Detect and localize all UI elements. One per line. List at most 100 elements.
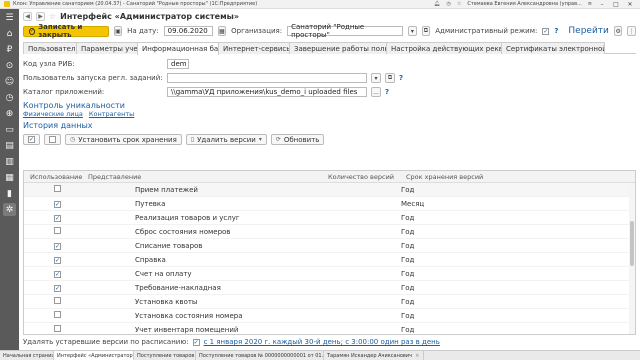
- star-icon[interactable]: ☆: [457, 1, 461, 7]
- open-window-tab[interactable]: Начальная страница×: [0, 351, 54, 360]
- table-scrollbar[interactable]: [629, 183, 635, 334]
- contractors-link[interactable]: Контрагенты: [89, 110, 134, 118]
- table-row[interactable]: Сброс состояния номеров Год: [24, 225, 635, 239]
- user-dropdown-icon[interactable]: ▾: [371, 73, 381, 83]
- tab-0[interactable]: Пользователи: [23, 42, 77, 54]
- uncheck-all-button[interactable]: [44, 134, 61, 145]
- row-checkbox-unchecked[interactable]: [54, 297, 61, 304]
- tab-4[interactable]: Завершение работы пользовате...: [289, 42, 387, 54]
- org-open-icon[interactable]: ⧉: [421, 26, 431, 36]
- save-and-close-button[interactable]: ✓ Записать и закрыть: [23, 23, 109, 39]
- admin-mode-checkbox[interactable]: ✓: [542, 27, 550, 35]
- open-window-tab[interactable]: Тарамян Искандер Ачиксанович ×: [324, 351, 424, 360]
- tab-3[interactable]: Интернет-сервисы: [218, 42, 290, 54]
- delete-versions-button[interactable]: ▯ Удалить версии ▾: [185, 134, 267, 145]
- chart-icon[interactable]: ▮: [3, 187, 16, 200]
- tab-1[interactable]: Параметры учета: [76, 42, 138, 54]
- go-link[interactable]: Перейти: [568, 26, 609, 36]
- close-button[interactable]: ✕: [626, 1, 634, 8]
- history-icon[interactable]: ◷: [447, 1, 451, 7]
- refresh-button[interactable]: ⟳ Обновить: [270, 134, 325, 145]
- scrollbar-thumb[interactable]: [630, 221, 634, 266]
- forward-button[interactable]: ▶: [36, 11, 45, 21]
- pin-icon[interactable]: ⊕: [3, 107, 16, 120]
- user-name[interactable]: Стемаева Евгения Александровна (управ...: [467, 1, 581, 7]
- table-row[interactable]: ✓ Списание товаров Год: [24, 239, 635, 253]
- table-row[interactable]: Учет инвентаря помещений Год: [24, 323, 635, 334]
- favorite-star-icon[interactable]: ☆: [49, 12, 56, 21]
- list-icon[interactable]: ≡: [588, 1, 592, 7]
- row-checkbox-checked[interactable]: ✓: [54, 242, 61, 250]
- doc-icon[interactable]: ▥: [3, 155, 16, 168]
- user-open-icon[interactable]: ⧉: [385, 73, 395, 83]
- row-checkbox-checked[interactable]: ✓: [54, 270, 61, 278]
- open-window-tab[interactable]: Интерфейс «Администратор систем...×: [54, 351, 134, 360]
- catalog-help-icon[interactable]: ?: [385, 88, 389, 96]
- open-window-tab[interactable]: Поступление товаров×: [134, 351, 196, 360]
- row-checkbox-checked[interactable]: ✓: [54, 284, 61, 292]
- user-field[interactable]: [167, 73, 367, 83]
- maximize-button[interactable]: □: [612, 1, 620, 8]
- open-window-tab[interactable]: Поступление товаров № 0000000000001 от 0…: [196, 351, 324, 360]
- tab-2[interactable]: Информационная база: [137, 42, 219, 55]
- row-checkbox-checked[interactable]: ✓: [54, 256, 61, 264]
- money-icon[interactable]: ₽: [3, 43, 16, 56]
- col-count[interactable]: Количество версий: [322, 173, 400, 181]
- set-period-button[interactable]: ◷ Установить срок хранения: [65, 134, 182, 145]
- check-all-button[interactable]: ✓: [23, 134, 40, 145]
- calendar-icon[interactable]: ▦: [217, 26, 227, 36]
- cash-icon[interactable]: ▭: [3, 123, 16, 136]
- save-icon[interactable]: ▣: [113, 26, 123, 36]
- table-row[interactable]: ✓ Счет на оплату Год: [24, 267, 635, 281]
- table-row[interactable]: Установка квоты Год: [24, 295, 635, 309]
- table-row[interactable]: ✓ Требование-накладная Год: [24, 281, 635, 295]
- menu-icon[interactable]: ☰: [3, 11, 16, 24]
- row-checkbox-unchecked[interactable]: [54, 227, 61, 234]
- bell-icon[interactable]: 🔔︎: [434, 1, 440, 7]
- row-checkbox-checked[interactable]: ✓: [54, 214, 61, 222]
- sections-sidebar: ☰ ⌂ ₽ ⊙ ☺ ◷ ⊕ ▭ ▤ ▥ ▦ ▮ ✲: [0, 9, 19, 350]
- tab-6[interactable]: Сертификаты электронной подп...: [501, 42, 605, 54]
- back-button[interactable]: ◀: [23, 11, 32, 21]
- catalog-browse-button[interactable]: …: [371, 87, 381, 97]
- row-checkbox-unchecked[interactable]: [54, 185, 61, 192]
- user-help-icon[interactable]: ?: [399, 74, 403, 82]
- row-checkbox-unchecked[interactable]: [54, 325, 61, 332]
- lens-icon[interactable]: ⊙: [3, 59, 16, 72]
- schedule-checkbox[interactable]: ✓: [192, 338, 200, 346]
- table-row[interactable]: ✓ Реализация товаров и услуг Год: [24, 211, 635, 225]
- schedule-link[interactable]: с 1 января 2020 г. каждый 30-й день; с 3…: [204, 338, 440, 346]
- row-checkbox-unchecked[interactable]: [54, 311, 61, 318]
- building-icon[interactable]: ▦: [3, 171, 16, 184]
- report-icon[interactable]: ▤: [3, 139, 16, 152]
- col-name[interactable]: Представление: [82, 173, 322, 181]
- more-menu-button[interactable]: ⋮: [627, 26, 636, 36]
- name-cell: Сброс состояния номеров: [135, 227, 231, 236]
- table-row[interactable]: Прием платежей Год: [24, 183, 635, 197]
- usage-cell: ✓: [24, 214, 82, 222]
- col-period[interactable]: Срок хранения версий: [400, 173, 620, 181]
- minimize-button[interactable]: –: [598, 1, 606, 8]
- org-field[interactable]: Санаторий "Родные просторы": [287, 23, 404, 39]
- tab-5[interactable]: Настройка действующих реквиз...: [386, 42, 502, 54]
- col-usage[interactable]: Использование: [24, 173, 82, 181]
- table-row[interactable]: ✓ Справка Год: [24, 253, 635, 267]
- usage-cell: ✓: [24, 284, 82, 292]
- name-cell: Счет на оплату: [135, 269, 192, 278]
- row-checkbox-checked[interactable]: ✓: [54, 200, 61, 208]
- home-icon[interactable]: ⌂: [3, 27, 16, 40]
- rib-field[interactable]: dem: [167, 59, 189, 69]
- clock-icon[interactable]: ◷: [3, 91, 16, 104]
- admin-help-icon[interactable]: ?: [554, 27, 558, 35]
- date-field[interactable]: 09.06.2020: [163, 26, 213, 36]
- close-icon[interactable]: ×: [415, 353, 419, 359]
- org-dropdown-icon[interactable]: ▾: [408, 26, 417, 36]
- catalog-field[interactable]: \\gamma\УД приложения\kus_demo_i uploade…: [167, 87, 367, 97]
- gear-icon[interactable]: ✲: [3, 203, 16, 216]
- persons-link[interactable]: Физические лица: [23, 110, 83, 118]
- table-row[interactable]: ✓ Путевка Месяц: [24, 197, 635, 211]
- settings-gear-icon[interactable]: ⚙: [613, 26, 623, 36]
- table-row[interactable]: Установка состояния номера Год: [24, 309, 635, 323]
- people-icon[interactable]: ☺: [3, 75, 16, 88]
- save-and-close-label: Записать и закрыть: [38, 23, 83, 39]
